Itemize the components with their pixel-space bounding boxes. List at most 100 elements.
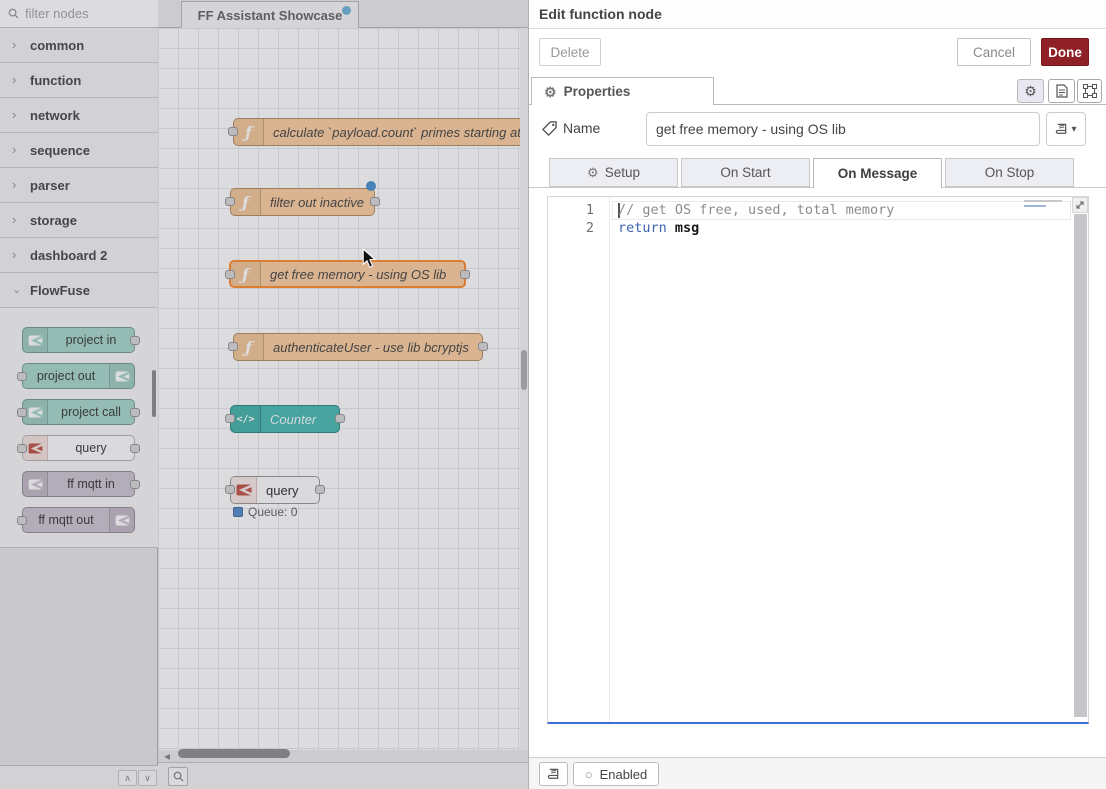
category-label: common [30,38,84,53]
tab-properties[interactable]: ⚙ Properties [531,77,714,105]
palette-category-dashboard2[interactable]: ›dashboard 2 [0,238,158,273]
output-port[interactable] [478,342,488,351]
cancel-button[interactable]: Cancel [957,38,1031,66]
palette-node-label: ff mqtt in [48,477,134,491]
node-calculate-primes[interactable]: ƒ calculate `payload.count` primes start… [233,118,520,146]
palette-scrollbar[interactable] [152,370,156,417]
tab-label: On Start [720,165,770,180]
category-label: FlowFuse [30,283,90,298]
appearance-view-button[interactable] [1077,79,1102,103]
input-port[interactable] [225,485,235,494]
tab-on-start[interactable]: On Start [681,158,810,187]
tag-icon [542,121,557,141]
editor-scrollbar-thumb[interactable] [1074,214,1087,717]
node-label: calculate `payload.count` primes startin… [264,125,520,140]
output-port[interactable] [130,444,140,453]
palette-category-storage[interactable]: ›storage [0,203,158,238]
function-icon: ƒ [231,189,261,215]
chevron-down-icon: ∨ [144,773,151,784]
flowfuse-logo-icon [109,508,134,532]
library-dropdown-button[interactable]: ▾ [1046,112,1086,146]
status-text: Queue: 0 [248,505,297,519]
tray-header: Edit function node [529,0,1106,29]
description-view-button[interactable] [1048,79,1075,103]
palette-collapse-all-button[interactable]: ∧ [118,770,137,786]
flowfuse-logo-icon [23,328,48,352]
chevron-right-icon: › [12,215,20,225]
output-port[interactable] [370,197,380,206]
tab-on-stop[interactable]: On Stop [945,158,1074,187]
palette-node-label: query [48,441,134,455]
palette-filter-input[interactable] [25,6,135,21]
palette-node-query[interactable]: query [22,435,135,461]
enabled-label: Enabled [600,767,648,782]
palette-category-function[interactable]: ›function [0,63,158,98]
palette-category-sequence[interactable]: ›sequence [0,133,158,168]
palette-node-project-in[interactable]: project in [22,327,135,353]
flow-tab[interactable]: FF Assistant Showcase [181,1,359,28]
tab-setup[interactable]: ⚙ Setup [549,158,678,187]
document-icon [1056,84,1068,98]
palette-node-ff-mqtt-in[interactable]: ff mqtt in [22,471,135,497]
output-port[interactable] [130,480,140,489]
palette-category-network[interactable]: ›network [0,98,158,133]
category-label: parser [30,178,70,193]
function-icon: ƒ [234,334,264,360]
palette-category-flowfuse[interactable]: ⌄FlowFuse [0,273,158,308]
delete-button[interactable]: Delete [539,38,601,66]
output-port[interactable] [130,336,140,345]
code-editor[interactable]: 1 2 // get OS free, used, total memory r… [547,196,1089,724]
input-port[interactable] [225,197,235,206]
scroll-left-icon[interactable]: ◂ [164,749,170,763]
category-label: dashboard 2 [30,248,107,263]
output-port[interactable] [460,270,470,279]
canvas-horizontal-scrollbar-thumb[interactable] [178,749,290,758]
palette-node-project-call[interactable]: project call [22,399,135,425]
node-counter[interactable]: </> Counter [230,405,340,433]
line-number: 1 [548,202,594,218]
input-port[interactable] [225,414,235,423]
canvas-vertical-scrollbar-thumb[interactable] [521,350,527,390]
chevron-up-icon: ∧ [124,773,131,784]
chevron-right-icon: › [12,145,20,155]
input-port[interactable] [225,270,235,279]
done-button[interactable]: Done [1041,38,1089,66]
palette-category-parser[interactable]: ›parser [0,168,158,203]
output-port[interactable] [335,414,345,423]
node-filter-out-inactive[interactable]: ƒ filter out inactive [230,188,375,216]
canvas-footer [158,762,528,789]
palette-category-common[interactable]: ›common [0,28,158,63]
search-flows-button[interactable] [168,767,188,786]
flowfuse-logo-icon [109,364,134,388]
input-port[interactable] [228,127,238,136]
enabled-toggle-button[interactable]: ○ Enabled [573,762,659,786]
node-modified-indicator [366,181,376,191]
function-icon: ƒ [231,262,261,286]
gear-icon: ⚙ [1024,84,1037,98]
input-port[interactable] [17,444,27,453]
input-port[interactable] [228,342,238,351]
tab-label: On Message [838,166,918,181]
output-port[interactable] [315,485,325,494]
node-authenticate-user[interactable]: ƒ authenticateUser - use lib bcryptjs [233,333,483,361]
tab-on-message[interactable]: On Message [813,158,942,188]
flow-grid[interactable]: ƒ calculate `payload.count` primes start… [158,28,520,750]
palette-node-ff-mqtt-out[interactable]: ff mqtt out [22,507,135,533]
properties-view-button[interactable]: ⚙ [1017,79,1044,103]
node-get-free-memory[interactable]: ƒ get free memory - using OS lib [229,260,466,288]
palette-search-box[interactable] [0,0,158,28]
library-button[interactable] [539,762,568,786]
palette-expand-all-button[interactable]: ∨ [138,770,157,786]
input-port[interactable] [17,408,27,417]
code-line: // get OS free, used, total memory [618,202,894,218]
status-dot-icon [233,507,243,517]
input-port[interactable] [17,516,27,525]
output-port[interactable] [130,408,140,417]
name-input[interactable] [646,112,1040,146]
input-port[interactable] [17,372,27,381]
expand-editor-button[interactable] [1072,197,1088,213]
book-icon [547,768,560,781]
node-query[interactable]: query [230,476,320,504]
workspace-canvas: FF Assistant Showcase ƒ calculate `paylo… [158,0,528,789]
palette-node-project-out[interactable]: project out [22,363,135,389]
